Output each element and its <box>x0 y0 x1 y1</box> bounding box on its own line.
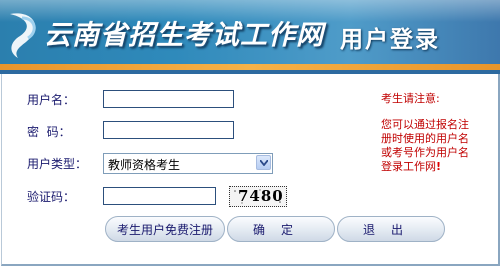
user-type-label: 用户类型： <box>27 157 88 171</box>
register-button[interactable]: 考生用户免费注册 <box>105 216 225 242</box>
header-banner: 云南省招生考试工作网 用户登录 <box>0 0 500 74</box>
notice-exclamation: ! <box>436 160 442 173</box>
swoosh-logo-icon <box>10 13 36 58</box>
notice-box: 考生请注意: 您可以通过报名注册时使用的用户名或考号作为用户名登录工作网! <box>381 92 476 174</box>
notice-heading: 考生请注意: <box>381 92 440 105</box>
password-label: 密 码： <box>27 125 71 139</box>
site-title: 云南省招生考试工作网 <box>44 20 324 51</box>
captcha-text: 7480 <box>238 187 284 205</box>
user-type-selected: 教师资格考生 <box>108 158 181 172</box>
user-type-select[interactable]: 教师资格考生 <box>103 153 273 174</box>
notice-text: 您可以通过报名注册时使用的用户名或考号作为用户名登录工作网 <box>381 118 469 173</box>
notice-body: 您可以通过报名注册时使用的用户名或考号作为用户名登录工作网! <box>381 118 476 174</box>
captcha-input[interactable] <box>103 187 216 205</box>
chevron-down-icon[interactable] <box>256 155 271 170</box>
captcha-image[interactable]: 7480 <box>229 186 287 207</box>
captcha-label: 验证码： <box>27 190 76 204</box>
username-input[interactable] <box>103 90 234 108</box>
password-input[interactable] <box>103 121 234 139</box>
page-title: 用户登录 <box>340 27 440 53</box>
exit-button[interactable]: 退出 <box>337 216 445 242</box>
username-label: 用户名： <box>27 93 76 107</box>
confirm-button[interactable]: 确定 <box>227 216 335 242</box>
